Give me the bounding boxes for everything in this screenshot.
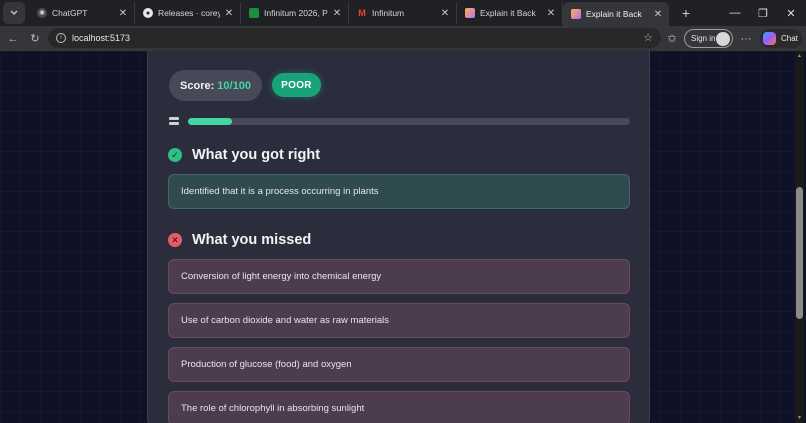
grade-badge: POOR: [272, 73, 321, 97]
scroll-down-icon[interactable]: ▼: [796, 415, 803, 421]
app-icon: [465, 8, 475, 18]
close-icon[interactable]: ✕: [224, 8, 234, 19]
close-window-icon[interactable]: ✕: [776, 0, 806, 26]
tab-infinitum-mail[interactable]: M Infinitum ✕: [349, 2, 457, 24]
more-options-icon[interactable]: ···: [738, 26, 754, 51]
score-progress-bar: [188, 118, 630, 125]
avatar: [716, 31, 730, 46]
scroll-up-icon[interactable]: ▲: [796, 53, 803, 59]
tab-infinitum-sheet[interactable]: Infinitum 2026, PSG C ✕: [241, 2, 349, 24]
missed-title: What you missed: [192, 232, 312, 248]
progress-icon: [169, 117, 179, 125]
tab-chatgpt[interactable]: ✺ ChatGPT ✕: [29, 2, 135, 24]
minimize-icon[interactable]: —: [720, 0, 750, 26]
check-circle-icon: ✓: [168, 148, 182, 162]
tab-label: Explain it Back: [586, 9, 642, 19]
sign-in-button[interactable]: Sign in: [684, 29, 733, 48]
tab-label: Explain it Back: [480, 8, 536, 18]
sheet-icon: [249, 8, 259, 18]
tab-label: Infinitum: [372, 8, 405, 18]
missed-item: The role of chlorophyll in absorbing sun…: [168, 391, 630, 423]
back-icon[interactable]: ←: [4, 30, 22, 48]
new-tab-button[interactable]: +: [677, 5, 695, 21]
score-value: 10/100: [217, 79, 251, 92]
reload-icon[interactable]: ↻: [26, 30, 44, 48]
missed-item: Conversion of light energy into chemical…: [168, 259, 630, 294]
tab-label: ChatGPT: [52, 8, 88, 18]
tab-strip: ✺ ChatGPT ✕ ● Releases · coreybutler/ ✕ …: [0, 0, 806, 26]
scrollbar-thumb[interactable]: [796, 187, 803, 319]
address-text: localhost:5173: [72, 33, 131, 43]
github-icon: ●: [143, 8, 153, 18]
missed-item: Use of carbon dioxide and water as raw m…: [168, 303, 630, 338]
close-icon[interactable]: ✕: [118, 8, 128, 19]
tab-search-button[interactable]: [3, 2, 25, 24]
close-icon[interactable]: ✕: [653, 9, 663, 20]
chevron-down-icon: [10, 10, 18, 15]
favorites-icon[interactable]: ✩: [664, 26, 680, 51]
got-right-heading: ✓ What you got right: [168, 147, 320, 163]
missed-item: Production of glucose (food) and oxygen: [168, 347, 630, 382]
feedback-card: Score: 10/100 POOR ✓ What you got right …: [147, 51, 650, 423]
score-progress-fill: [188, 118, 233, 125]
gmail-icon: M: [358, 8, 366, 18]
score-pill: Score: 10/100: [169, 70, 262, 101]
address-bar[interactable]: i localhost:5173 ☆: [48, 28, 661, 48]
chatgpt-icon: ✺: [37, 8, 47, 18]
tab-explain-it-back[interactable]: Explain it Back ✕: [457, 2, 563, 24]
x-circle-icon: ✕: [168, 233, 182, 247]
sign-in-label: Sign in: [691, 34, 716, 43]
close-icon[interactable]: ✕: [546, 8, 556, 19]
site-info-icon[interactable]: i: [56, 33, 66, 43]
close-icon[interactable]: ✕: [440, 8, 450, 19]
chat-label: Chat: [781, 34, 798, 43]
close-icon[interactable]: ✕: [332, 8, 342, 19]
tab-label: Releases · coreybutler/: [158, 8, 220, 18]
missed-heading: ✕ What you missed: [168, 232, 311, 248]
copilot-icon: [763, 32, 776, 45]
tab-releases[interactable]: ● Releases · coreybutler/ ✕: [135, 2, 241, 24]
tab-explain-it-back-active[interactable]: Explain it Back ✕: [563, 2, 669, 26]
score-label: Score:: [180, 79, 215, 92]
copilot-chat-button[interactable]: Chat: [760, 29, 802, 48]
page-viewport: Score: 10/100 POOR ✓ What you got right …: [0, 51, 806, 423]
got-right-title: What you got right: [192, 147, 321, 163]
app-icon: [571, 9, 581, 19]
star-icon[interactable]: ☆: [643, 31, 653, 44]
page-scrollbar[interactable]: ▲ ▼: [795, 51, 804, 423]
tab-label: Infinitum 2026, PSG C: [264, 8, 328, 18]
restore-icon[interactable]: ❐: [748, 0, 778, 26]
got-right-item: Identified that it is a process occurrin…: [168, 174, 630, 209]
